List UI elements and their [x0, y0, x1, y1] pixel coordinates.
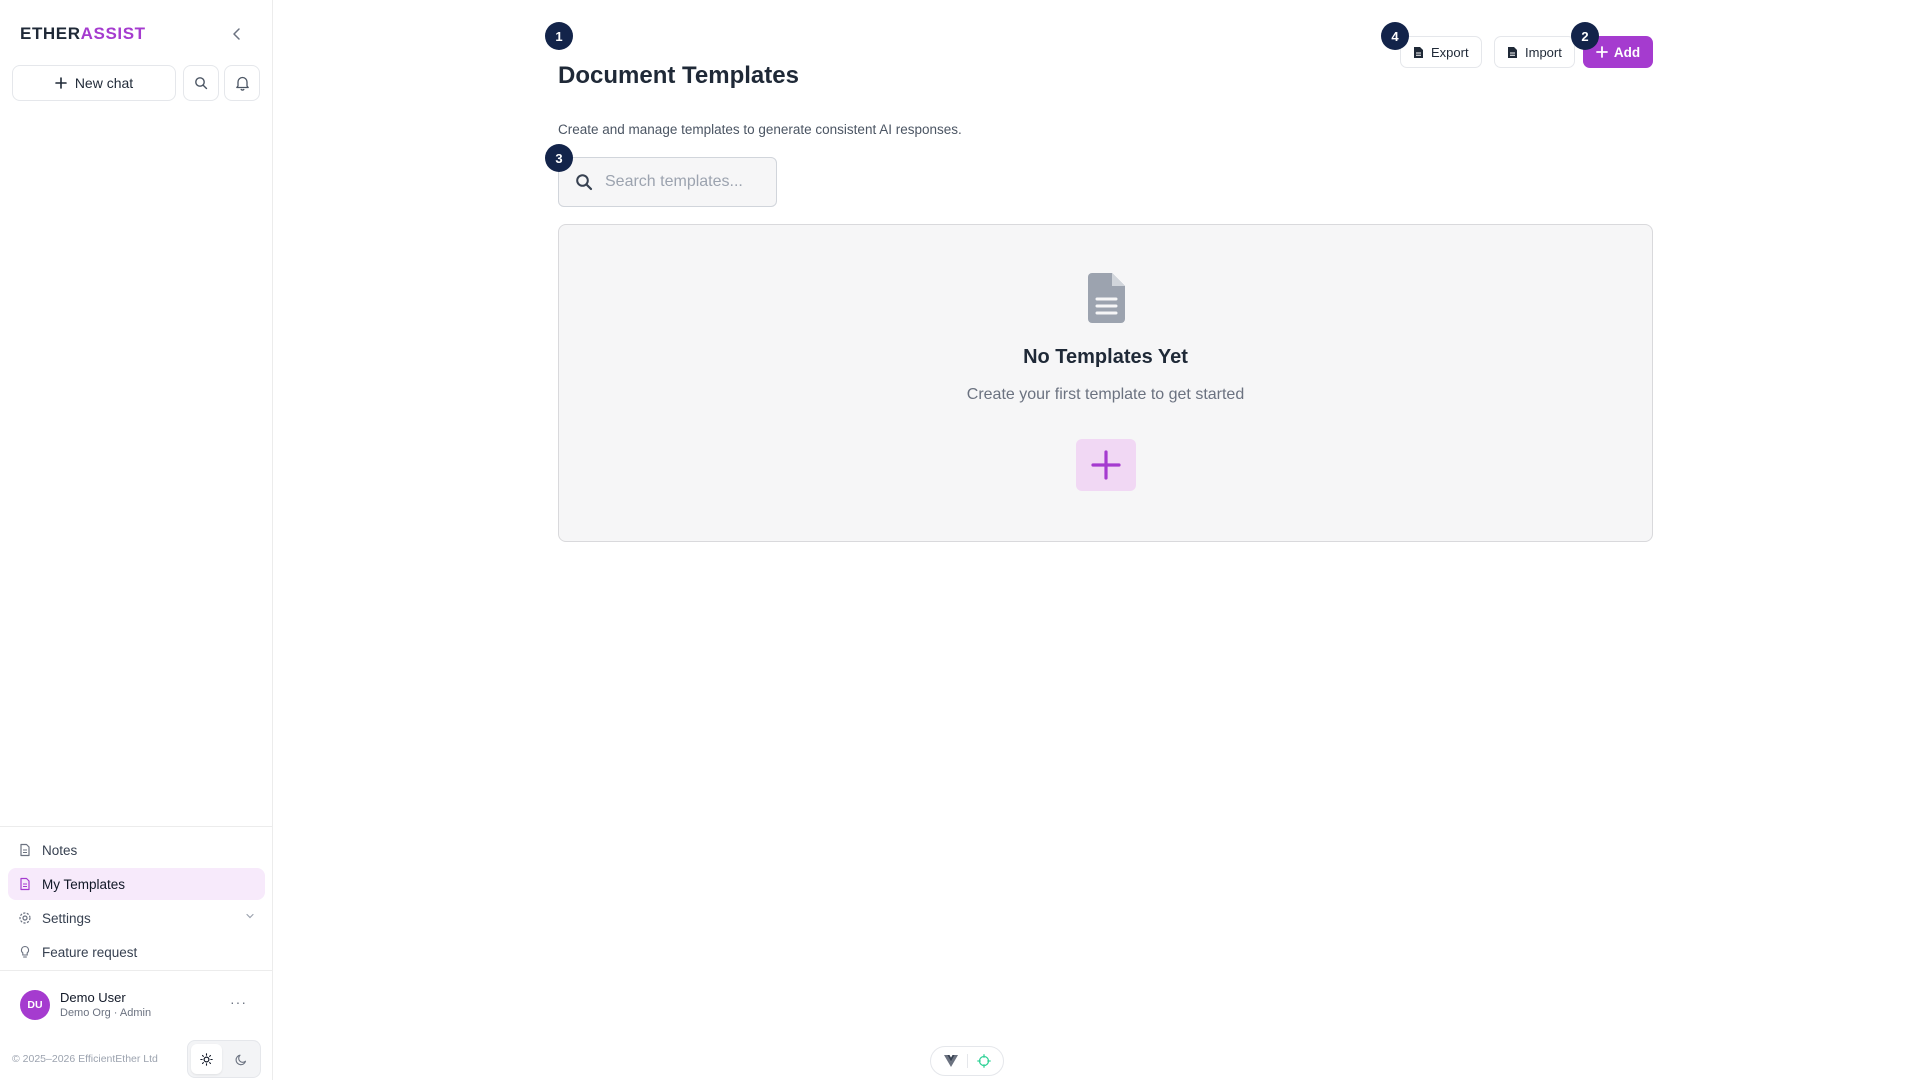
light-theme-button[interactable] — [191, 1044, 222, 1074]
search-icon — [576, 174, 593, 191]
search-input[interactable] — [605, 173, 765, 191]
file-icon — [1414, 46, 1423, 58]
export-button[interactable]: Export — [1400, 36, 1482, 68]
search-button[interactable] — [183, 65, 219, 101]
plus-icon — [55, 77, 67, 89]
sidebar-nav: Notes My Templates Settings Feature requ… — [8, 834, 265, 970]
search-icon — [195, 77, 208, 90]
sidebar-divider — [0, 970, 273, 971]
page-title: Document Templates — [558, 62, 799, 89]
sidebar-item-label: Settings — [42, 910, 91, 926]
devtools-pill — [930, 1046, 1004, 1076]
main-content: 1 Document Templates Create and manage t… — [274, 0, 1920, 1080]
search-templates-field — [558, 157, 777, 207]
user-org-role: Demo Org · Admin — [60, 1007, 152, 1019]
copyright: © 2025–2026 EfficientEther Ltd — [12, 1053, 158, 1065]
lightbulb-icon — [20, 945, 30, 958]
theme-toggle — [187, 1040, 261, 1078]
import-button[interactable]: Import — [1494, 36, 1575, 68]
target-icon[interactable] — [976, 1054, 991, 1068]
empty-state-title: No Templates Yet — [1023, 346, 1188, 368]
sidebar-item-feature-request[interactable]: Feature request — [8, 936, 265, 968]
vue-devtools-icon[interactable] — [943, 1055, 958, 1067]
dark-theme-button[interactable] — [226, 1044, 257, 1074]
step-marker-2: 2 — [1571, 22, 1599, 50]
note-icon — [20, 843, 30, 857]
user-menu-button[interactable]: ··· — [230, 994, 247, 1010]
empty-state-card: No Templates Yet Create your first templ… — [558, 224, 1653, 542]
user-profile[interactable]: DU Demo User Demo Org · Admin ··· — [20, 988, 260, 1024]
create-template-button[interactable] — [1076, 439, 1136, 491]
brand-part-ether: ETHER — [20, 24, 81, 43]
avatar: DU — [20, 990, 50, 1020]
template-icon — [20, 877, 30, 891]
sidebar-item-label: Notes — [42, 842, 78, 858]
user-name: Demo User — [60, 990, 126, 1005]
sidebar-divider — [0, 826, 273, 827]
sun-icon — [200, 1052, 213, 1066]
chevron-down-icon — [246, 913, 254, 919]
empty-state-subtitle: Create your first template to get starte… — [966, 386, 1245, 403]
pill-divider — [966, 1054, 968, 1068]
bell-icon — [235, 76, 249, 91]
plus-icon — [1595, 46, 1608, 58]
plus-icon — [1091, 450, 1121, 480]
chevron-left-icon — [233, 28, 240, 40]
import-label: Import — [1525, 44, 1562, 60]
sidebar-item-label: My Templates — [42, 876, 126, 892]
brand-part-assist: ASSIST — [80, 24, 146, 43]
export-label: Export — [1431, 44, 1469, 60]
page-subtitle: Create and manage templates to generate … — [558, 122, 962, 137]
sidebar-item-settings[interactable]: Settings — [8, 902, 265, 934]
sidebar-item-my-templates[interactable]: My Templates — [8, 868, 265, 900]
sidebar-item-notes[interactable]: Notes — [8, 834, 265, 866]
step-marker-1: 1 — [545, 22, 573, 50]
new-chat-label: New chat — [74, 75, 134, 91]
step-marker-4: 4 — [1381, 22, 1409, 50]
moon-icon — [235, 1054, 247, 1065]
new-chat-button[interactable]: New chat — [12, 65, 176, 101]
brand-logo: ETHERASSIST — [20, 24, 146, 44]
document-icon — [1088, 273, 1125, 323]
add-label: Add — [1613, 44, 1641, 60]
collapse-sidebar-button[interactable] — [229, 26, 245, 42]
gear-icon — [19, 912, 31, 924]
sidebar-item-label: Feature request — [42, 944, 138, 960]
sidebar: ETHERASSIST New chat Notes My Templates … — [0, 0, 273, 1080]
notifications-button[interactable] — [224, 65, 260, 101]
step-marker-3: 3 — [545, 144, 573, 172]
file-icon — [1508, 46, 1517, 58]
